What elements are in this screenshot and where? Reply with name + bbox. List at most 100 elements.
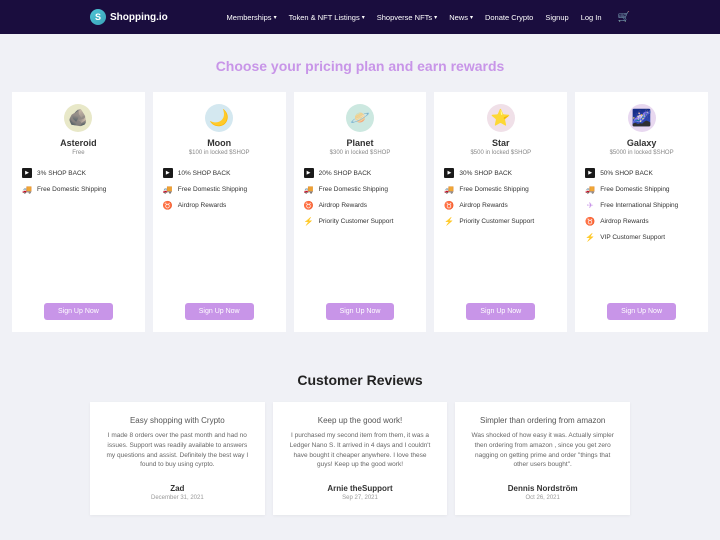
nav-item-memberships[interactable]: Memberships▾ <box>227 13 277 22</box>
feature-airdrop: ♉ Airdrop Rewards <box>585 216 698 226</box>
review-date: Sep 27, 2021 <box>289 495 432 501</box>
feature-text: VIP Customer Support <box>600 234 665 241</box>
pricing-title: Choose your pricing plan and earn reward… <box>0 58 720 74</box>
ship-icon: 🚚 <box>163 184 173 194</box>
caret-down-icon: ▾ <box>470 14 473 21</box>
feature-ship: 🚚 Free Domestic Shipping <box>163 184 276 194</box>
feature-text: Airdrop Rewards <box>459 202 507 209</box>
feature-text: Airdrop Rewards <box>178 202 226 209</box>
priority-icon: ⚡ <box>585 232 595 242</box>
feature-priority: ⚡ VIP Customer Support <box>585 232 698 242</box>
review-card: Easy shopping with Crypto I made 8 orders… <box>90 402 265 515</box>
cart-icon[interactable]: 🛒 <box>618 12 630 23</box>
nav-item-donate-crypto[interactable]: Donate Crypto <box>485 13 533 22</box>
plan-name: Star <box>444 138 557 148</box>
review-author: Arnie theSupport <box>289 484 432 493</box>
feature-text: Free Domestic Shipping <box>319 186 388 193</box>
plan-name: Galaxy <box>585 138 698 148</box>
feature-text: Priority Customer Support <box>459 218 534 225</box>
nav-item-shopverse-nfts[interactable]: Shopverse NFTs▾ <box>377 13 437 22</box>
plan-name: Asteroid <box>22 138 135 148</box>
logo-text: Shopping.io <box>110 12 168 23</box>
reviews-container: Easy shopping with Crypto I made 8 orders… <box>0 402 720 535</box>
signup-button[interactable]: Sign Up Now <box>44 303 113 320</box>
plan-price: $5000 in locked $SHOP <box>585 150 698 156</box>
feature-text: Airdrop Rewards <box>600 218 648 225</box>
shop-icon: ▶ <box>22 168 32 178</box>
feature-shop: ▶ 30% SHOP BACK <box>444 168 557 178</box>
feature-ship: 🚚 Free Domestic Shipping <box>22 184 135 194</box>
shop-icon: ▶ <box>163 168 173 178</box>
feature-text: Free Domestic Shipping <box>600 186 669 193</box>
review-date: Oct 26, 2021 <box>471 495 614 501</box>
header: S Shopping.io Memberships▾ Token & NFT Li… <box>0 0 720 34</box>
review-author: Dennis Nordström <box>471 484 614 493</box>
galaxy-icon: 🌌 <box>628 104 656 132</box>
review-text: I purchased my second item from them, it… <box>289 431 432 470</box>
shop-icon: ▶ <box>585 168 595 178</box>
feature-airdrop: ♉Airdrop Rewards <box>304 200 417 210</box>
review-title: Simpler than ordering from amazon <box>471 416 614 425</box>
feature-text: Free Domestic Shipping <box>459 186 528 193</box>
reviews-title: Customer Reviews <box>0 372 720 388</box>
signup-button[interactable]: Sign Up Now <box>185 303 254 320</box>
feature-text: Airdrop Rewards <box>319 202 367 209</box>
caret-down-icon: ▾ <box>362 14 365 21</box>
review-title: Easy shopping with Crypto <box>106 416 249 425</box>
feature-text: 50% SHOP BACK <box>600 170 653 177</box>
airdrop-icon: ♉ <box>444 200 454 210</box>
review-date: December 31, 2021 <box>106 495 249 501</box>
feature-text: 30% SHOP BACK <box>459 170 512 177</box>
nav-item-signup[interactable]: Signup <box>545 13 568 22</box>
feature-shop: ▶ 20% SHOP BACK <box>304 168 417 178</box>
feature-intl: ✈Free International Shipping <box>585 200 698 210</box>
plan-card-galaxy: 🌌 Galaxy $5000 in locked $SHOP ▶ 50% SHOP BA… <box>575 92 708 332</box>
feature-airdrop: ♉ Airdrop Rewards <box>444 200 557 210</box>
feature-shop: ▶ 50% SHOP BACK <box>585 168 698 178</box>
signup-button[interactable]: Sign Up Now <box>466 303 535 320</box>
feature-text: 10% SHOP BACK <box>178 170 231 177</box>
review-text: I made 8 orders over the past month and … <box>106 431 249 470</box>
feature-ship: 🚚Free Domestic Shipping <box>585 184 698 194</box>
review-card: Keep up the good work! I purchased my sec… <box>273 402 448 515</box>
priority-icon: ⚡ <box>444 216 454 226</box>
shop-icon: ▶ <box>304 168 314 178</box>
plan-name: Moon <box>163 138 276 148</box>
signup-button[interactable]: Sign Up Now <box>607 303 676 320</box>
planet-icon: 🪐 <box>346 104 374 132</box>
review-title: Keep up the good work! <box>289 416 432 425</box>
shop-icon: ▶ <box>444 168 454 178</box>
feature-priority: ⚡ Priority Customer Support <box>304 216 417 226</box>
priority-icon: ⚡ <box>304 216 314 226</box>
nav-item-token-nft-listings[interactable]: Token & NFT Listings▾ <box>289 13 365 22</box>
nav-item-log-in[interactable]: Log In <box>581 13 602 22</box>
feature-text: Free Domestic Shipping <box>37 186 106 193</box>
review-text: Was shocked of how easy it was. Actually… <box>471 431 614 470</box>
feature-shop: ▶3% SHOP BACK <box>22 168 135 178</box>
nav-item-news[interactable]: News▾ <box>449 13 473 22</box>
plans-container: 🪨AsteroidFree▶3% SHOP BACK🚚Free Domestic… <box>0 92 720 332</box>
feature-text: Priority Customer Support <box>319 218 394 225</box>
caret-down-icon: ▾ <box>434 14 437 21</box>
plan-card-planet: 🪐Planet$300 in locked $SHOP▶20% SHOP BAC… <box>294 92 427 332</box>
star-icon: ⭐ <box>487 104 515 132</box>
plan-card-moon: 🌙Moon$100 in locked $SHOP▶10% SHOP BACK🚚… <box>153 92 286 332</box>
plan-price: $100 in locked $SHOP <box>163 150 276 156</box>
feature-priority: ⚡ Priority Customer Support <box>444 216 557 226</box>
ship-icon: 🚚 <box>22 184 32 194</box>
feature-text: Free International Shipping <box>600 202 678 209</box>
caret-down-icon: ▾ <box>274 14 277 21</box>
plan-card-asteroid: 🪨AsteroidFree▶3% SHOP BACK🚚Free Domestic… <box>12 92 145 332</box>
logo[interactable]: S Shopping.io <box>90 9 168 25</box>
airdrop-icon: ♉ <box>163 200 173 210</box>
asteroid-icon: 🪨 <box>64 104 92 132</box>
feature-text: Free Domestic Shipping <box>178 186 247 193</box>
feature-airdrop: ♉ Airdrop Rewards <box>163 200 276 210</box>
logo-icon: S <box>90 9 106 25</box>
feature-text: 20% SHOP BACK <box>319 170 372 177</box>
airdrop-icon: ♉ <box>585 216 595 226</box>
ship-icon: 🚚 <box>304 184 314 194</box>
signup-button[interactable]: Sign Up Now <box>326 303 395 320</box>
review-author: Zad <box>106 484 249 493</box>
feature-ship: 🚚Free Domestic Shipping <box>444 184 557 194</box>
